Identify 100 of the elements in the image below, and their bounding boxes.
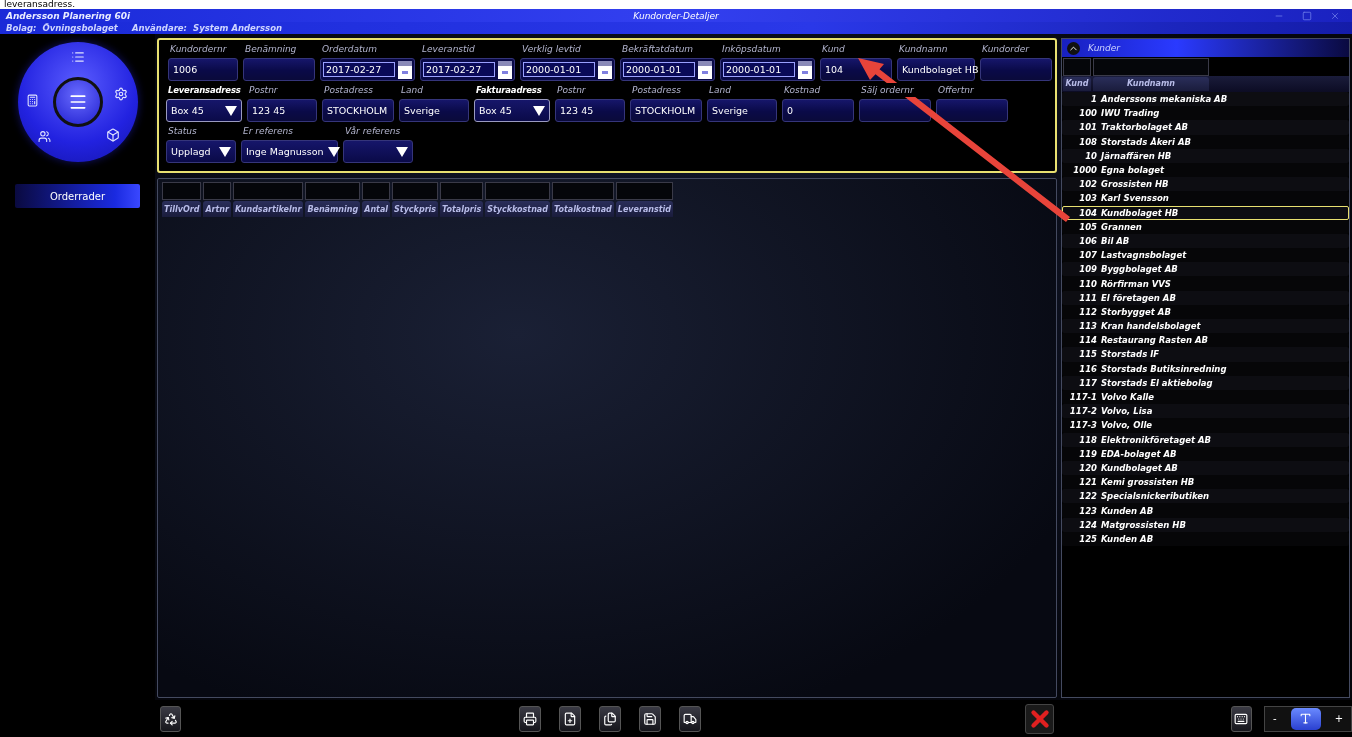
- truck-button[interactable]: [679, 705, 702, 732]
- filter-field[interactable]: [233, 182, 304, 200]
- print-button[interactable]: [519, 705, 542, 732]
- dropdown[interactable]: Box 45: [166, 99, 242, 122]
- column-header[interactable]: Styckkostnad: [485, 201, 550, 217]
- filter-field[interactable]: [162, 182, 202, 200]
- zoom-out-button[interactable]: -: [1273, 713, 1277, 724]
- column-header[interactable]: Totalkostnad: [552, 201, 614, 217]
- input-field[interactable]: STOCKHOLM: [630, 99, 702, 122]
- column-header[interactable]: Kundnamn: [1093, 77, 1209, 91]
- column-header[interactable]: TillvOrd: [162, 201, 202, 217]
- date-field[interactable]: 2000-01-01: [720, 58, 815, 81]
- filter-field[interactable]: [203, 182, 231, 200]
- filter-field[interactable]: [440, 182, 484, 200]
- customer-row[interactable]: 115 Storstads IF: [1062, 347, 1349, 362]
- filter-field[interactable]: [1063, 58, 1091, 76]
- documents-button[interactable]: [599, 705, 622, 732]
- input-field[interactable]: [980, 58, 1052, 81]
- customer-row[interactable]: 1 Anderssons mekaniska AB: [1062, 92, 1349, 107]
- date-field[interactable]: 2017-02-27: [420, 58, 515, 81]
- caret-icon: [396, 146, 408, 157]
- calendar-icon[interactable]: [798, 60, 812, 79]
- column-header[interactable]: Kund: [1063, 77, 1091, 91]
- settings-icon[interactable]: [113, 87, 128, 101]
- customer-row[interactable]: 107 Lastvagnsbolaget: [1062, 248, 1349, 263]
- zoom-in-button[interactable]: +: [1334, 713, 1343, 724]
- save-button[interactable]: [639, 705, 662, 732]
- users-icon[interactable]: [37, 130, 51, 143]
- input-field[interactable]: 123 45: [555, 99, 625, 122]
- filter-field[interactable]: [362, 182, 391, 200]
- dropdown[interactable]: Inge Magnusson: [241, 140, 338, 163]
- column-header[interactable]: Styckpris: [392, 201, 439, 217]
- column-header[interactable]: Antal: [362, 201, 391, 217]
- date-input[interactable]: 2000-01-01: [723, 62, 795, 77]
- filter-field[interactable]: [392, 182, 439, 200]
- dropdown[interactable]: Upplagd: [166, 140, 236, 163]
- text-icon: [1299, 712, 1313, 725]
- input-field[interactable]: STOCKHOLM: [322, 99, 394, 122]
- list-icon[interactable]: [70, 50, 85, 64]
- filter-field[interactable]: [305, 182, 361, 200]
- input-field[interactable]: Sverige: [707, 99, 777, 122]
- customer-number: 113: [1078, 321, 1097, 332]
- column-header[interactable]: Benämning: [305, 201, 361, 217]
- column-header[interactable]: Leveranstid: [615, 201, 674, 217]
- cube-icon[interactable]: [105, 128, 120, 142]
- input-field[interactable]: [936, 99, 1008, 122]
- calendar-icon[interactable]: [498, 60, 512, 79]
- date-input[interactable]: 2000-01-01: [523, 62, 595, 77]
- customer-row[interactable]: 100 IWU Trading: [1062, 106, 1349, 121]
- customer-row[interactable]: 101 Traktorbolaget AB: [1062, 120, 1349, 135]
- dropdown[interactable]: Box 45: [474, 99, 550, 122]
- recycle-button[interactable]: [160, 705, 182, 732]
- input-field[interactable]: 0: [782, 99, 854, 122]
- column-header[interactable]: Kundsartikelnr: [233, 201, 304, 217]
- input-field[interactable]: 1006: [168, 58, 238, 81]
- customer-row[interactable]: 117-2 Volvo, Lisa: [1062, 404, 1349, 419]
- menu-wheel[interactable]: [17, 42, 138, 162]
- customer-row[interactable]: 102 Grossisten HB: [1062, 177, 1349, 192]
- keyboard-button[interactable]: [1230, 705, 1252, 732]
- customer-row[interactable]: 123 Kunden AB: [1062, 503, 1349, 518]
- new-document-button[interactable]: [559, 705, 582, 732]
- column-header[interactable]: Artnr: [203, 201, 231, 217]
- customer-name: Kran handelsbolaget: [1101, 321, 1201, 332]
- user-label: Användare:: [131, 23, 187, 33]
- customer-row[interactable]: 109 Byggbolaget AB: [1062, 262, 1349, 277]
- customer-row[interactable]: 122 Specialsnickeributiken: [1062, 489, 1349, 504]
- customer-row[interactable]: 121 Kemi grossisten HB: [1062, 475, 1349, 490]
- customer-row[interactable]: 114 Restaurang Rasten AB: [1062, 333, 1349, 348]
- date-field[interactable]: 2017-02-27: [320, 58, 415, 81]
- input-field[interactable]: [859, 99, 931, 122]
- calendar-icon[interactable]: [398, 60, 412, 79]
- customer-name: Matgrossisten HB: [1101, 519, 1186, 530]
- filter-field[interactable]: [485, 182, 550, 200]
- date-input[interactable]: 2000-01-01: [623, 62, 695, 77]
- filter-field[interactable]: [552, 182, 614, 200]
- customer-row[interactable]: 113 Kran handelsbolaget: [1062, 319, 1349, 334]
- calendar-icon[interactable]: [598, 60, 612, 79]
- column-header[interactable]: Totalpris: [440, 201, 484, 217]
- customer-row[interactable]: 117-3 Volvo, Olle: [1062, 418, 1349, 433]
- input-field[interactable]: 123 45: [247, 99, 317, 122]
- customer-row[interactable]: 110 Rörfirman VVS: [1062, 276, 1349, 291]
- side-menu-button[interactable]: Orderrader: [15, 184, 140, 208]
- file-plus-icon: [563, 711, 578, 726]
- customer-row[interactable]: 103 Karl Svensson: [1062, 191, 1349, 206]
- filter-field[interactable]: [1093, 58, 1209, 76]
- text-size-button[interactable]: [1290, 707, 1321, 730]
- collapse-button[interactable]: [1067, 41, 1080, 55]
- date-input[interactable]: 2017-02-27: [423, 62, 495, 77]
- input-field[interactable]: [243, 58, 315, 81]
- date-field[interactable]: 2000-01-01: [520, 58, 615, 81]
- customer-name: Anderssons mekaniska AB: [1101, 94, 1228, 105]
- calculator-icon[interactable]: [25, 94, 39, 107]
- customer-number: 105: [1078, 221, 1097, 232]
- date-field[interactable]: 2000-01-01: [620, 58, 715, 81]
- calendar-icon[interactable]: [698, 60, 712, 79]
- filter-field[interactable]: [615, 182, 674, 200]
- input-field[interactable]: Sverige: [399, 99, 469, 122]
- dropdown[interactable]: [343, 140, 413, 163]
- date-input[interactable]: 2017-02-27: [323, 62, 395, 77]
- cancel-button[interactable]: [1025, 703, 1054, 734]
